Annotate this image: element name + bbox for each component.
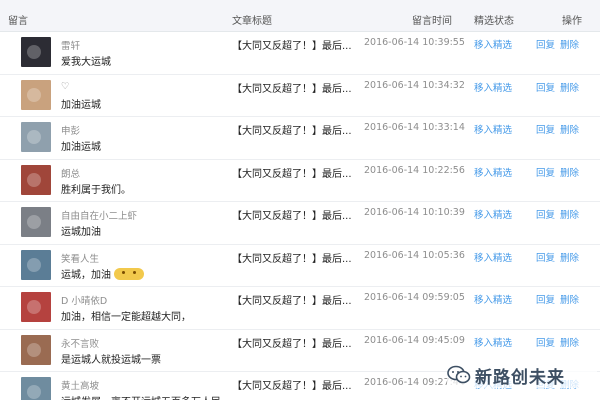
header-article-title: 文章标题 <box>232 16 272 27</box>
wechat-icon <box>447 365 471 384</box>
delete-button[interactable]: 删除 <box>560 335 579 349</box>
comment-row: 雷轩爱我大运城 【大同又反超了！】最后... 2016-06-14 10:39:55… <box>0 32 600 75</box>
article-title-link[interactable]: 【大同又反超了！】最后... <box>232 122 352 137</box>
watermark: 新路创未来 <box>447 362 597 388</box>
avatar[interactable] <box>21 164 51 195</box>
reply-button[interactable]: 回复 <box>536 250 555 264</box>
nickname: 黄土高坡 <box>61 381 100 392</box>
comment-text: 爱我大运城 <box>61 57 111 68</box>
article-title-link[interactable]: 【大同又反超了！】最后... <box>232 37 352 52</box>
article-title-link[interactable]: 【大同又反超了！】最后... <box>232 377 352 392</box>
move-to-featured-button[interactable]: 移入精选 <box>474 122 512 136</box>
comment-text: 加油，相信一定能超越大同， <box>61 312 191 323</box>
delete-button[interactable]: 删除 <box>560 250 579 264</box>
comment-time: 2016-06-14 10:10:39 <box>364 207 465 218</box>
comment-time: 2016-06-14 10:39:55 <box>364 37 465 48</box>
comment-text: 加油运城 <box>61 99 101 111</box>
comment-row: D 小晴依D 加油，相信一定能超越大同， 【大同又反超了！】最后... 2016-06… <box>0 287 600 330</box>
comment-content: 是运城人就投运城一票 <box>61 351 161 366</box>
comment-content: 胜利属于我们。 <box>61 181 131 196</box>
avatar[interactable] <box>21 79 51 110</box>
emoji-sticker-icon <box>114 267 144 280</box>
comment-row: 自由自在小二上虾 运城加油 【大同又反超了！】最后... 2016-06-14 10:… <box>0 202 600 245</box>
comment-time: 2016-06-14 10:33:14 <box>364 122 465 133</box>
comment-text: 是运城人就投运城一票 <box>61 354 161 366</box>
comment-list: 雷轩 爱我大运城 【大同又反超了！】最后... 2016-06-14 10:39:55… <box>0 32 600 400</box>
header-operation: 操作 <box>562 16 582 27</box>
move-to-featured-button[interactable]: 移入精选 <box>474 37 512 51</box>
avatar[interactable] <box>21 334 51 365</box>
comment-content: 运城发展，离不开运城五百多万人民 <box>61 393 221 400</box>
comment-time: 2016-06-14 09:45:09 <box>364 334 465 346</box>
reply-button[interactable]: 回复 <box>536 80 555 94</box>
delete-button[interactable]: 删除 <box>560 37 579 51</box>
move-to-featured-button[interactable]: 移入精选 <box>474 292 512 306</box>
comment-content: 运城，加油 <box>61 266 144 281</box>
comment-time: 2016-06-14 10:05:36 <box>364 249 465 261</box>
article-title-link[interactable]: 【大同又反超了！】最后... <box>232 250 352 265</box>
reply-button[interactable]: 回复 <box>536 165 555 179</box>
comment-row: 笑看人生运城，加油 【大同又反超了！】最后... 2016-06-14 10:05:… <box>0 244 600 287</box>
article-title-link[interactable]: 【大同又反超了！】最后... <box>232 165 352 180</box>
nickname: 朗总 <box>61 168 81 180</box>
comment-content: 加油运城 <box>61 96 101 111</box>
header-message: 留言 <box>8 16 28 27</box>
reply-button[interactable]: 回复 <box>536 37 555 51</box>
table-header: 留言 文章标题 留言时间 精选状态 操作 <box>0 0 600 32</box>
comment-time: 2016-06-14 10:34:32 <box>364 79 465 91</box>
move-to-featured-button[interactable]: 移入精选 <box>474 335 512 349</box>
comment-time: 2016-06-14 09:59:05 <box>364 292 465 303</box>
comment-content: 爱我大运城 <box>61 53 111 68</box>
delete-button[interactable]: 删除 <box>560 80 579 94</box>
header-time: 留言时间 <box>412 16 452 27</box>
delete-button[interactable]: 删除 <box>560 165 579 179</box>
nickname: 雷轩 <box>61 41 81 52</box>
article-title-link[interactable]: 【大同又反超了！】最后... <box>232 207 352 222</box>
delete-button[interactable]: 删除 <box>560 292 579 306</box>
comment-content: 运城加油 <box>61 223 101 238</box>
nickname: 自由自在小二上虾 <box>61 211 138 222</box>
comment-content: 加油运城 <box>61 138 101 153</box>
nickname: 永不言败 <box>61 338 100 350</box>
move-to-featured-button[interactable]: 移入精选 <box>474 250 512 264</box>
nickname: ♡ <box>61 80 70 92</box>
avatar[interactable] <box>21 249 51 280</box>
reply-button[interactable]: 回复 <box>536 335 555 349</box>
avatar[interactable] <box>21 37 51 67</box>
reply-button[interactable]: 回复 <box>536 122 555 136</box>
avatar[interactable] <box>21 207 51 237</box>
nickname: 笑看人生 <box>61 253 100 265</box>
avatar[interactable] <box>21 377 51 400</box>
header-status: 精选状态 <box>474 16 514 27</box>
comment-text: 加油运城 <box>61 142 101 153</box>
move-to-featured-button[interactable]: 移入精选 <box>474 80 512 94</box>
delete-button[interactable]: 删除 <box>560 207 579 221</box>
article-title-link[interactable]: 【大同又反超了！】最后... <box>232 335 352 350</box>
nickname: D 小晴依D <box>61 296 108 307</box>
article-title-link[interactable]: 【大同又反超了！】最后... <box>232 292 352 307</box>
nickname: 申彭 <box>61 126 81 137</box>
reply-button[interactable]: 回复 <box>536 292 555 306</box>
delete-button[interactable]: 删除 <box>560 122 579 136</box>
reply-button[interactable]: 回复 <box>536 207 555 221</box>
comment-text: 运城，加油 <box>61 269 111 281</box>
comment-text: 运城加油 <box>61 227 101 238</box>
move-to-featured-button[interactable]: 移入精选 <box>474 207 512 221</box>
watermark-text: 新路创未来 <box>475 368 565 388</box>
avatar[interactable] <box>21 292 51 322</box>
comment-row: ♡ 加油运城 【大同又反超了！】最后... 2016-06-14 10:34:32 移入… <box>0 74 600 117</box>
comment-time: 2016-06-14 10:22:56 <box>364 164 465 176</box>
comment-text: 胜利属于我们。 <box>61 184 131 196</box>
avatar[interactable] <box>21 122 51 152</box>
comment-row: 申彭加油运城 【大同又反超了！】最后... 2016-06-14 10:33:14 移… <box>0 117 600 160</box>
comment-row: 朗总胜利属于我们。 【大同又反超了！】最后... 2016-06-14 10:22:… <box>0 159 600 202</box>
article-title-link[interactable]: 【大同又反超了！】最后... <box>232 80 352 95</box>
comment-content: 加油，相信一定能超越大同， <box>61 308 191 323</box>
move-to-featured-button[interactable]: 移入精选 <box>474 165 512 179</box>
